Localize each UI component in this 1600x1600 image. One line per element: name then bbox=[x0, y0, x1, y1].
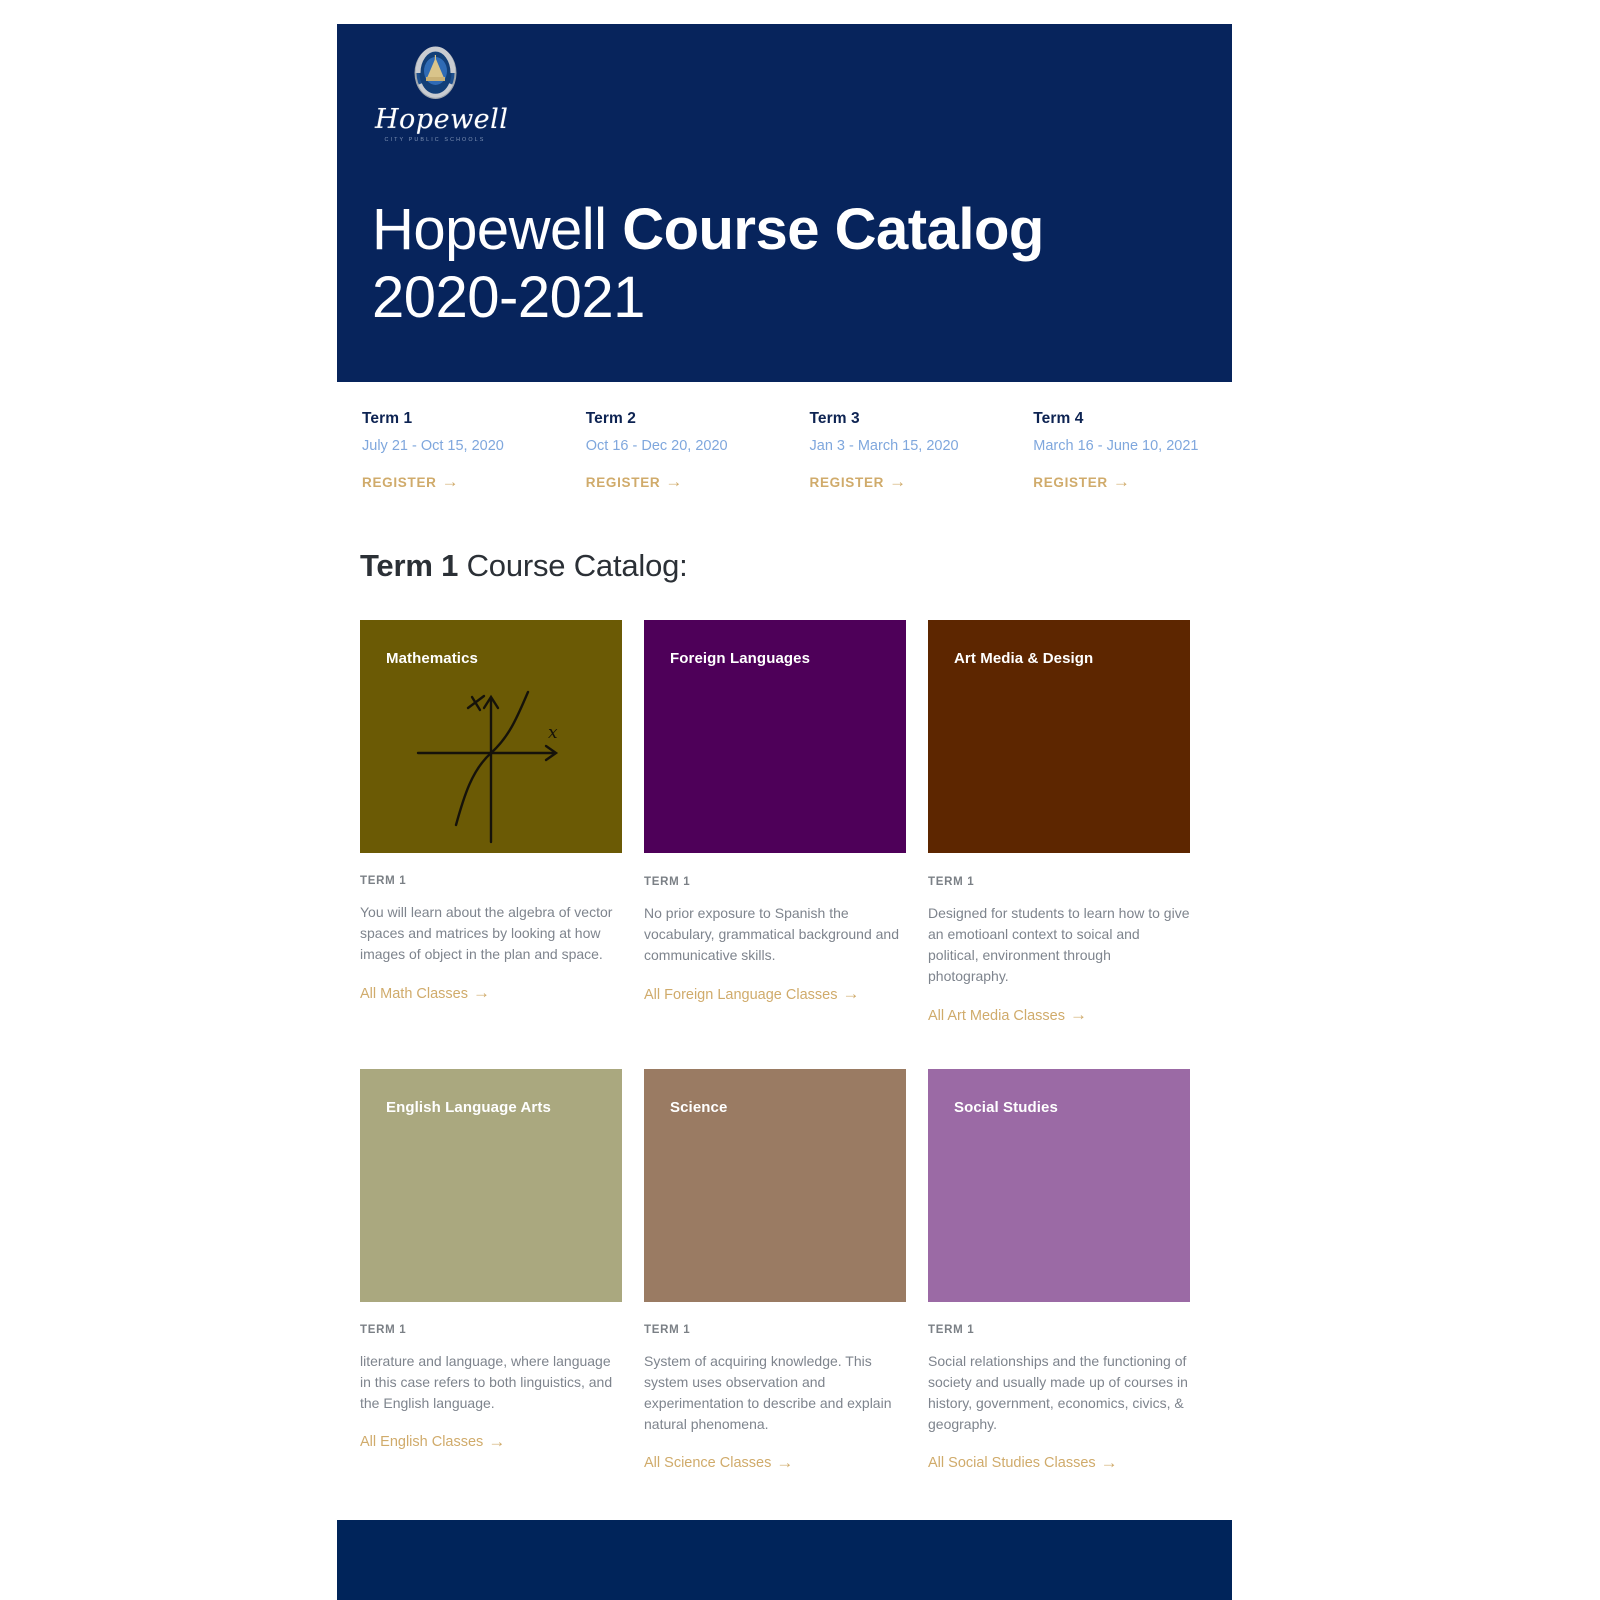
card-body: TERM 1 Designed for students to learn ho… bbox=[928, 853, 1190, 1025]
course-catalog-page: Hopewell CITY PUBLIC SCHOOLS Hopewell Co… bbox=[0, 0, 1600, 1600]
term-name: Term 3 bbox=[809, 410, 860, 427]
arrow-right-icon: → bbox=[889, 472, 907, 491]
card-link-label: All Math Classes bbox=[360, 985, 468, 1002]
arrow-right-icon: → bbox=[1112, 472, 1131, 491]
card-term-badge: TERM 1 bbox=[644, 1323, 691, 1336]
term-item-2: Term 2 Oct 16 - Dec 20, 2020 REGISTER → bbox=[561, 410, 785, 492]
card-link-label: All Science Classes bbox=[644, 1455, 772, 1471]
card-thumbnail[interactable]: Foreign Languages bbox=[644, 620, 906, 853]
card-description: You will learn about the algebra of vect… bbox=[360, 904, 613, 962]
term-name: Term 1 bbox=[362, 410, 413, 427]
card-thumbnail[interactable]: Science bbox=[644, 1068, 906, 1302]
term-item-4: Term 4 March 16 - June 10, 2021 REGISTER… bbox=[1008, 410, 1232, 492]
card-row-1: x Mathematics TERM 1 You will learn abou… bbox=[360, 620, 1210, 1025]
card-description: literature and language, where language … bbox=[360, 1352, 613, 1411]
course-card-english-language-arts[interactable]: English Language Arts TERM 1 literature … bbox=[360, 1068, 622, 1473]
register-label: REGISTER bbox=[1033, 475, 1108, 490]
course-card-mathematics[interactable]: x Mathematics TERM 1 You will learn abou… bbox=[360, 620, 622, 1025]
section-heading: Term 1 Course Catalog: bbox=[360, 548, 688, 584]
arrow-right-icon: → bbox=[842, 984, 860, 1003]
register-label: REGISTER bbox=[809, 475, 885, 490]
arrow-right-icon: → bbox=[472, 983, 490, 1002]
section-heading-rest: Course Catalog: bbox=[458, 548, 688, 583]
page-title-regular: Hopewell bbox=[372, 197, 623, 262]
card-description: System of acquiring knowledge. This syst… bbox=[644, 1352, 892, 1432]
card-thumbnail[interactable]: English Language Arts bbox=[360, 1068, 622, 1302]
all-science-classes-link[interactable]: All Science Classes → bbox=[644, 1452, 794, 1472]
card-thumbnail[interactable]: x Mathematics bbox=[360, 620, 622, 853]
term-item-1: Term 1 July 21 - Oct 15, 2020 REGISTER → bbox=[337, 410, 561, 492]
register-label: REGISTER bbox=[585, 475, 661, 490]
term-dates: July 21 - Oct 15, 2020 bbox=[362, 438, 504, 454]
card-title: Foreign Languages bbox=[670, 650, 811, 667]
term-name: Term 4 bbox=[1033, 410, 1084, 427]
terms-row: Term 1 July 21 - Oct 15, 2020 REGISTER →… bbox=[337, 410, 1232, 492]
all-social-studies-classes-link[interactable]: All Social Studies Classes → bbox=[928, 1452, 1118, 1472]
course-card-foreign-languages[interactable]: Foreign Languages TERM 1 No prior exposu… bbox=[644, 620, 906, 1025]
card-thumbnail[interactable]: Art Media & Design bbox=[928, 620, 1190, 853]
all-foreign-language-classes-link[interactable]: All Foreign Language Classes → bbox=[644, 984, 860, 1003]
all-math-classes-link[interactable]: All Math Classes → bbox=[360, 983, 490, 1002]
all-art-media-classes-link[interactable]: All Art Media Classes → bbox=[928, 1005, 1087, 1024]
page-title-bold: Course Catalog bbox=[622, 197, 1044, 262]
register-link-term-4[interactable]: REGISTER → bbox=[1033, 472, 1131, 491]
page-title-years: 2020-2021 bbox=[372, 265, 645, 331]
page-title: Hopewell Course Catalog 2020-2021 bbox=[372, 196, 1044, 333]
logo-wordmark: Hopewell bbox=[375, 104, 509, 135]
term-item-3: Term 3 Jan 3 - March 15, 2020 REGISTER → bbox=[785, 410, 1009, 492]
register-link-term-2[interactable]: REGISTER → bbox=[585, 472, 684, 491]
card-title: Mathematics bbox=[386, 650, 478, 667]
card-link-label: All Art Media Classes bbox=[928, 1007, 1065, 1024]
card-description: No prior exposure to Spanish the vocabul… bbox=[644, 905, 899, 963]
card-body: TERM 1 System of acquiring knowledge. Th… bbox=[644, 1302, 906, 1473]
card-title: English Language Arts bbox=[386, 1098, 551, 1116]
section-heading-term: Term 1 bbox=[360, 548, 459, 583]
all-english-classes-link[interactable]: All English Classes → bbox=[360, 1431, 506, 1451]
arrow-right-icon: → bbox=[1070, 1005, 1087, 1024]
hero-banner: Hopewell CITY PUBLIC SCHOOLS Hopewell Co… bbox=[337, 24, 1232, 382]
card-body: TERM 1 No prior exposure to Spanish the … bbox=[644, 853, 906, 1004]
card-term-badge: TERM 1 bbox=[928, 876, 975, 888]
arrow-right-icon: → bbox=[665, 472, 684, 491]
card-term-badge: TERM 1 bbox=[360, 875, 407, 887]
card-description: Social relationships and the functioning… bbox=[928, 1352, 1188, 1432]
card-link-label: All Social Studies Classes bbox=[928, 1455, 1096, 1471]
arrow-right-icon: → bbox=[441, 472, 460, 491]
term-dates: Oct 16 - Dec 20, 2020 bbox=[585, 438, 728, 454]
card-row-2: English Language Arts TERM 1 literature … bbox=[360, 1068, 1210, 1473]
card-term-badge: TERM 1 bbox=[928, 1323, 975, 1336]
card-title: Social Studies bbox=[954, 1098, 1058, 1116]
arrow-right-icon: → bbox=[488, 1431, 506, 1451]
card-body: TERM 1 Social relationships and the func… bbox=[928, 1302, 1190, 1473]
card-link-label: All English Classes bbox=[360, 1434, 484, 1450]
card-body: TERM 1 You will learn about the algebra … bbox=[360, 853, 622, 1003]
card-title: Art Media & Design bbox=[954, 650, 1094, 667]
register-link-term-3[interactable]: REGISTER → bbox=[809, 472, 907, 491]
card-term-badge: TERM 1 bbox=[644, 876, 691, 888]
card-title: Science bbox=[670, 1098, 728, 1116]
term-dates: March 16 - June 10, 2021 bbox=[1033, 438, 1199, 454]
term-name: Term 2 bbox=[585, 410, 637, 427]
card-link-label: All Foreign Language Classes bbox=[644, 986, 838, 1003]
card-term-badge: TERM 1 bbox=[360, 1323, 407, 1336]
course-card-grid: x Mathematics TERM 1 You will learn abou… bbox=[360, 620, 1210, 1472]
svg-text:x: x bbox=[548, 723, 558, 743]
course-card-art-media-design[interactable]: Art Media & Design TERM 1 Designed for s… bbox=[928, 620, 1190, 1025]
course-card-science[interactable]: Science TERM 1 System of acquiring knowl… bbox=[644, 1068, 906, 1473]
arrow-right-icon: → bbox=[776, 1452, 794, 1472]
school-seal-icon bbox=[412, 44, 459, 102]
course-card-social-studies[interactable]: Social Studies TERM 1 Social relationshi… bbox=[928, 1068, 1190, 1473]
register-label: REGISTER bbox=[362, 475, 437, 490]
footer-bar bbox=[337, 1520, 1232, 1600]
card-body: TERM 1 literature and language, where la… bbox=[360, 1302, 622, 1452]
arrow-right-icon: → bbox=[1100, 1452, 1118, 1472]
school-logo[interactable]: Hopewell CITY PUBLIC SCHOOLS bbox=[375, 44, 509, 143]
logo-subtitle: CITY PUBLIC SCHOOLS bbox=[384, 137, 486, 143]
card-description: Designed for students to learn how to gi… bbox=[928, 905, 1190, 984]
register-link-term-1[interactable]: REGISTER → bbox=[362, 472, 460, 491]
card-thumbnail[interactable]: Social Studies bbox=[928, 1068, 1190, 1302]
term-dates: Jan 3 - March 15, 2020 bbox=[809, 438, 959, 454]
